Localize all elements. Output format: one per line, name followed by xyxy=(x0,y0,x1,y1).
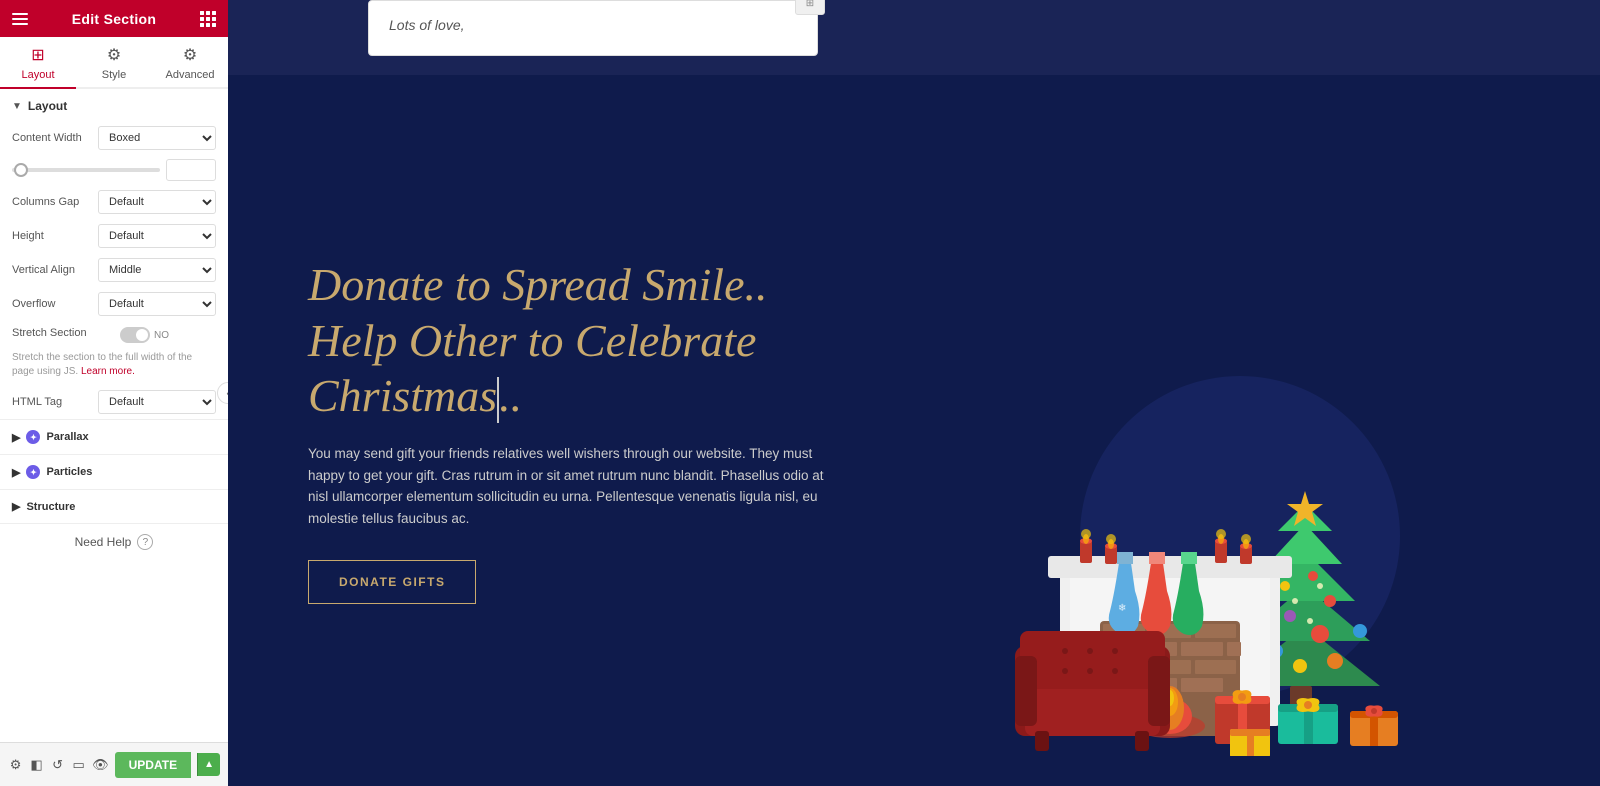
tab-advanced-label: Advanced xyxy=(166,69,215,81)
tab-layout-label: Layout xyxy=(21,69,54,81)
height-select[interactable]: Default Fit To Screen Min Height xyxy=(98,224,216,248)
particles-header[interactable]: ▶ ✦ Particles xyxy=(0,455,228,489)
panel-footer: Need Help ? xyxy=(0,523,228,560)
layout-label: Layout xyxy=(28,99,67,113)
particles-section: ▶ ✦ Particles xyxy=(0,454,228,489)
need-help-text: Need Help xyxy=(75,535,132,549)
card-handle-icon: ⊞ xyxy=(806,0,814,9)
christmas-scene-svg: ❄ xyxy=(960,356,1460,756)
panel-tabs: ⊞ Layout ⚙ Style ⚙ Advanced xyxy=(0,37,228,89)
columns-gap-select[interactable]: Default No Gap Narrow Extended Wide Wide… xyxy=(98,190,216,214)
help-icon[interactable]: ? xyxy=(137,534,153,550)
mobile-toolbar-icon[interactable]: ▭ xyxy=(71,752,86,778)
height-label: Height xyxy=(12,230,92,242)
structure-header[interactable]: ▶ Structure xyxy=(0,490,228,523)
structure-section: ▶ Structure xyxy=(0,489,228,523)
layout-icon: ⊞ xyxy=(31,45,44,65)
tab-style-label: Style xyxy=(102,69,126,81)
height-row: Height Default Fit To Screen Min Height xyxy=(0,219,228,253)
parallax-icon: ✦ xyxy=(26,430,40,444)
stretch-section-row: Stretch Section NO xyxy=(0,321,228,349)
update-button[interactable]: UPDATE xyxy=(115,752,191,778)
parallax-section: ▶ ✦ Parallax xyxy=(0,419,228,454)
stretch-help-text: Stretch the section to the full width of… xyxy=(0,349,228,385)
panel-header: Edit Section xyxy=(0,0,228,37)
style-icon: ⚙ xyxy=(107,45,121,65)
structure-label: Structure xyxy=(26,501,75,513)
particles-arrow: ▶ xyxy=(12,466,20,479)
eye-toolbar-icon[interactable]: 👁 xyxy=(92,752,109,778)
overflow-label: Overflow xyxy=(12,298,92,310)
left-panel: Edit Section ⊞ Layout ⚙ Style ⚙ Advanced… xyxy=(0,0,228,786)
top-card-area: Lots of love, ⊞ xyxy=(368,0,818,56)
content-width-select[interactable]: Boxed Full Width xyxy=(98,126,216,150)
particles-label: Particles xyxy=(46,466,92,478)
parallax-arrow: ▶ xyxy=(12,431,20,444)
main-section: Donate to Spread Smile.. Help Other to C… xyxy=(228,75,1600,786)
columns-gap-label: Columns Gap xyxy=(12,196,92,208)
vertical-align-label: Vertical Align xyxy=(12,264,92,276)
particles-icon: ✦ xyxy=(26,465,40,479)
bottom-toolbar: ⚙ ◧ ↺ ▭ 👁 UPDATE ▲ xyxy=(0,742,228,786)
overflow-row: Overflow Default Hidden xyxy=(0,287,228,321)
learn-more-link[interactable]: Learn more. xyxy=(81,366,135,377)
advanced-icon: ⚙ xyxy=(183,45,197,65)
svg-text:❄: ❄ xyxy=(1118,603,1126,614)
layout-arrow: ▼ xyxy=(12,101,22,112)
card-text: Lots of love, xyxy=(389,17,465,33)
stretch-toggle-switch[interactable]: NO xyxy=(120,327,169,343)
width-slider-track[interactable] xyxy=(12,168,160,172)
structure-arrow: ▶ xyxy=(12,500,20,513)
layers-toolbar-icon[interactable]: ◧ xyxy=(29,752,44,778)
columns-gap-row: Columns Gap Default No Gap Narrow Extend… xyxy=(0,185,228,219)
stretch-section-label: Stretch Section xyxy=(12,327,112,339)
parallax-header[interactable]: ▶ ✦ Parallax xyxy=(0,420,228,454)
history-toolbar-icon[interactable]: ↺ xyxy=(50,752,65,778)
donate-title: Donate to Spread Smile.. Help Other to C… xyxy=(308,257,828,423)
tab-advanced[interactable]: ⚙ Advanced xyxy=(152,37,228,89)
donate-title-line1: Donate to Spread Smile.. xyxy=(308,259,768,310)
top-card: Lots of love, ⊞ xyxy=(368,0,818,56)
update-dropdown-button[interactable]: ▲ xyxy=(197,753,220,776)
tab-layout[interactable]: ⊞ Layout xyxy=(0,37,76,89)
donate-gifts-button[interactable]: DONATE GIFTS xyxy=(308,560,476,604)
vertical-align-select[interactable]: Middle Top Bottom xyxy=(98,258,216,282)
content-width-row: Content Width Boxed Full Width xyxy=(0,121,228,155)
overflow-select[interactable]: Default Hidden xyxy=(98,292,216,316)
vertical-align-row: Vertical Align Middle Top Bottom xyxy=(0,253,228,287)
panel-body: ▼ Layout Content Width Boxed Full Width … xyxy=(0,89,228,786)
stretch-toggle-no: NO xyxy=(154,330,169,341)
content-width-label: Content Width xyxy=(12,132,92,144)
right-content: Lots of love, ⊞ Donate to Spread Smile..… xyxy=(228,0,1600,786)
layout-section-heading[interactable]: ▼ Layout xyxy=(0,89,228,121)
width-slider-thumb[interactable] xyxy=(14,163,28,177)
html-tag-row: HTML Tag Default div header footer secti… xyxy=(0,385,228,419)
hamburger-icon[interactable] xyxy=(12,13,28,25)
tab-style[interactable]: ⚙ Style xyxy=(76,37,152,89)
card-handle[interactable]: ⊞ xyxy=(795,0,825,15)
right-illustration: ❄ xyxy=(868,75,1520,786)
html-tag-label: HTML Tag xyxy=(12,396,92,408)
grid-icon[interactable] xyxy=(200,11,216,27)
settings-toolbar-icon[interactable]: ⚙ xyxy=(8,752,23,778)
width-slider-row xyxy=(0,155,228,185)
donate-title-line2: Help Other to Celebrate Christmas.. xyxy=(308,315,756,421)
html-tag-select[interactable]: Default div header footer section articl… xyxy=(98,390,216,414)
width-value-input[interactable] xyxy=(166,159,216,181)
stretch-toggle-pill[interactable] xyxy=(120,327,150,343)
left-text-column: Donate to Spread Smile.. Help Other to C… xyxy=(308,257,868,603)
panel-title: Edit Section xyxy=(72,11,157,27)
donate-body-text: You may send gift your friends relatives… xyxy=(308,443,828,529)
parallax-label: Parallax xyxy=(46,431,88,443)
cursor xyxy=(497,377,499,423)
